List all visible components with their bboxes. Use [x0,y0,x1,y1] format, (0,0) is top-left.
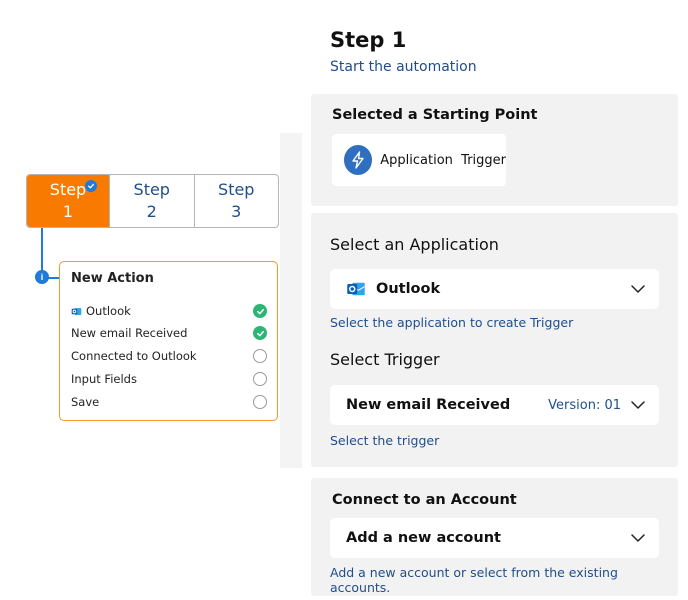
application-select[interactable]: Outlook [330,269,659,309]
tab-step-1-number: 1 [62,202,74,221]
chevron-down-icon [631,401,645,409]
action-card-title: New Action [71,271,154,286]
check-circle-icon [253,326,267,340]
tab-step-2-number: 2 [146,202,157,221]
tab-step-1[interactable]: Step 1 [27,175,109,227]
action-row-label: Outlook [86,304,131,318]
tab-step-3-number: 3 [231,202,242,221]
action-row-connected: Connected to Outlook [71,347,267,365]
account-select-value: Add a new account [346,530,501,546]
check-circle-icon [253,304,267,318]
step-tabs: Step 1 Step 2 Step 3 [26,174,279,228]
select-trigger-title: Select Trigger [330,350,440,369]
action-row-input-fields: Input Fields [71,370,267,388]
page-subtitle: Start the automation [330,59,477,75]
action-row-label: New email Received [71,326,188,340]
application-select-value: Outlook [376,281,441,297]
action-row-outlook: Outlook [71,302,267,320]
info-icon[interactable]: i [35,270,49,284]
application-trigger-chip[interactable]: Application Trigger [332,134,506,186]
action-row-label: Connected to Outlook [71,349,197,363]
page-title: Step 1 [330,28,407,52]
trigger-helper-text: Select the trigger [330,433,440,448]
account-section: Connect to an Account Add a new account … [311,478,678,596]
starting-point-title: Selected a Starting Point [332,107,538,123]
outlook-icon [71,307,82,315]
action-row-save: Save [71,393,267,411]
tab-step-3[interactable]: Step 3 [193,175,279,227]
lightning-bolt-icon [344,145,373,175]
empty-circle-icon [253,372,267,386]
tab-step-2-label: Step [133,180,170,199]
application-section: Select an Application Outlook Select the… [311,213,678,467]
empty-circle-icon [253,395,267,409]
trigger-version: Version: 01 [548,397,621,413]
trigger-select-value: New email Received [346,397,511,413]
trigger-select[interactable]: New email Received Version: 01 [330,385,659,425]
tab-step-1-label: Step [49,180,87,199]
action-row-label: Input Fields [71,372,137,386]
empty-circle-icon [253,349,267,363]
application-helper-text: Select the application to create Trigger [330,315,574,330]
application-trigger-label: Application Trigger [380,152,506,168]
account-select[interactable]: Add a new account [330,518,659,558]
account-helper-text: Add a new account or select from the exi… [330,565,618,595]
starting-point-section: Selected a Starting Point Application Tr… [311,94,678,206]
tab-step-3-label: Step [218,180,255,199]
chevron-down-icon [631,285,645,293]
check-badge-icon [85,180,97,192]
canvas-edge [280,133,302,468]
select-application-title: Select an Application [330,235,499,254]
connect-account-title: Connect to an Account [332,492,517,508]
outlook-icon [347,282,366,296]
action-row-new-email: New email Received [71,324,267,342]
tab-step-2[interactable]: Step 2 [109,175,194,227]
chevron-down-icon [631,534,645,542]
new-action-card[interactable]: New Action Outlook New email Received Co… [59,261,278,421]
action-row-label: Save [71,395,100,409]
